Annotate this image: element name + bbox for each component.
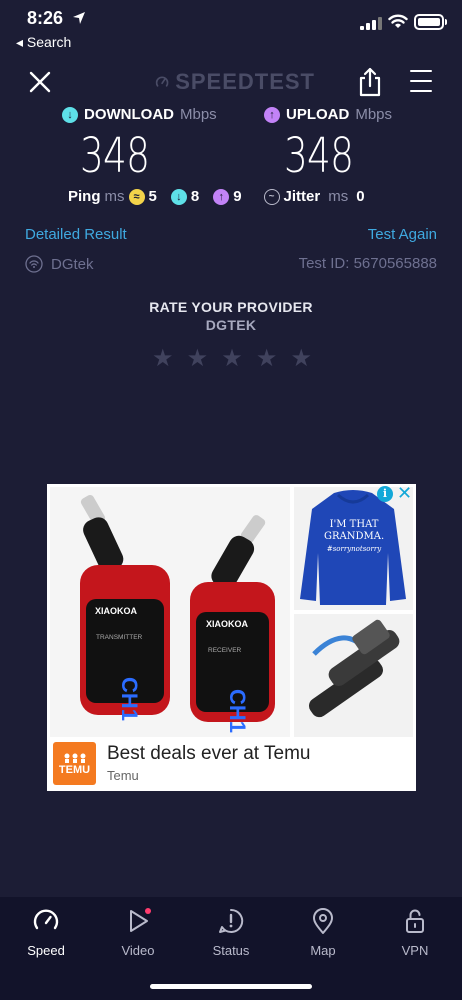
- ad-hoodie-image[interactable]: I'M THAT GRANDMA. #sorrynotsorry: [294, 487, 413, 610]
- wifi-circle-icon: [25, 255, 43, 273]
- nav-item-video[interactable]: Video: [98, 907, 178, 958]
- hoodie-print: I'M THAT GRANDMA. #sorrynotsorry: [324, 519, 384, 555]
- share-icon[interactable]: [356, 66, 384, 98]
- map-pin-icon: [313, 908, 333, 934]
- provider-info: DGtek: [25, 255, 94, 273]
- upload-arrow-icon: ↑: [264, 106, 280, 123]
- ad-main-image[interactable]: XIAOKOA TRANSMITTER CH1 XIAOKOA RECEIVER…: [50, 487, 290, 737]
- download-speed-value: 348: [80, 128, 150, 184]
- nav-label-status: Status: [212, 943, 250, 958]
- ping-upload: ↑ 9: [213, 188, 242, 205]
- test-id: Test ID: 5670565888: [298, 255, 437, 272]
- hoodie-text-2: GRANDMA.: [324, 531, 385, 542]
- upload-unit: Mbps: [355, 106, 393, 123]
- upload-title: UPLOAD: [286, 106, 350, 123]
- hoodie-text-3: #sorrynotsorry: [326, 545, 382, 553]
- download-title: DOWNLOAD: [84, 106, 174, 123]
- wireless-guitar-system-image: XIAOKOA TRANSMITTER CH1 XIAOKOA RECEIVER…: [80, 494, 275, 733]
- ping-jitter-row: Ping ms ≈ 5 ↓ 8 ↑ 9 ~ Jitter ms 0: [68, 188, 408, 205]
- provider-name: DGtek: [51, 255, 94, 273]
- lock-icon: [406, 909, 424, 933]
- status-time: 8:26: [27, 8, 64, 28]
- jitter: ~ Jitter ms 0: [263, 188, 365, 205]
- nav-label-video: Video: [121, 943, 155, 958]
- nav-item-speed[interactable]: Speed: [6, 907, 86, 958]
- ad-info-icon[interactable]: i: [377, 486, 393, 502]
- ping-download-value: 8: [190, 188, 200, 205]
- nav-item-vpn[interactable]: VPN: [375, 907, 455, 958]
- test-again-link[interactable]: Test Again: [368, 226, 437, 243]
- transmitter-label: TRANSMITTER: [96, 634, 143, 641]
- upload-speed-value: 348: [284, 128, 354, 184]
- rate-provider-name: DGTEK: [205, 317, 257, 333]
- jitter-unit: ms: [328, 188, 349, 205]
- ad-crimper-image[interactable]: [294, 614, 413, 737]
- ping-idle-value: 5: [148, 188, 157, 205]
- close-icon[interactable]: [26, 68, 54, 96]
- ping-unit: ms: [104, 188, 125, 205]
- receiver-display: CH1: [225, 689, 250, 733]
- download-arrow-icon: ↓: [62, 106, 78, 123]
- star-icon-1[interactable]: ★: [152, 344, 174, 373]
- download-latency-icon: ↓: [170, 188, 187, 205]
- product-brand-right: XIAOKOA: [206, 619, 249, 629]
- logo-text: SPEEDTEST: [175, 69, 315, 94]
- nav-label-vpn: VPN: [401, 943, 429, 958]
- battery-icon: [414, 14, 444, 30]
- ping-upload-value: 9: [233, 188, 242, 205]
- download-label: ↓ DOWNLOAD Mbps: [62, 106, 217, 123]
- temu-figures-icon: [64, 753, 85, 763]
- temu-logo: TEMU: [53, 742, 96, 785]
- download-unit: Mbps: [180, 106, 217, 123]
- jitter-icon: ~: [263, 188, 280, 205]
- alert-icon: [219, 908, 244, 933]
- speedometer-logo-icon: [155, 76, 169, 87]
- home-indicator: [150, 984, 312, 989]
- nav-label-speed: Speed: [27, 943, 65, 958]
- ad-headline[interactable]: Best deals ever at Temu: [107, 743, 310, 765]
- ping-download: ↓ 8: [170, 188, 200, 205]
- menu-icon[interactable]: [410, 70, 432, 92]
- advertisement[interactable]: XIAOKOA TRANSMITTER CH1 XIAOKOA RECEIVER…: [47, 483, 416, 791]
- crimping-tool-graphic: [309, 619, 400, 718]
- star-icon-2[interactable]: ★: [187, 344, 209, 373]
- temu-logo-text: TEMU: [58, 763, 91, 776]
- upload-label: ↑ UPLOAD Mbps: [264, 106, 392, 123]
- detailed-result-link[interactable]: Detailed Result: [25, 226, 127, 243]
- ad-brand: Temu: [107, 768, 139, 783]
- star-icon-4[interactable]: ★: [256, 344, 278, 373]
- nav-label-map: Map: [310, 943, 336, 958]
- back-to-search-link[interactable]: ◂ Search: [16, 34, 71, 51]
- transmitter-display: CH1: [117, 677, 142, 721]
- product-brand-left: XIAOKOA: [95, 606, 138, 616]
- star-icon-3[interactable]: ★: [221, 344, 243, 373]
- ping-idle: ≈ 5: [128, 188, 157, 205]
- jitter-value: 0: [356, 188, 365, 205]
- wifi-icon: [388, 14, 408, 28]
- idle-latency-icon: ≈: [128, 188, 145, 205]
- jitter-label: Jitter: [283, 188, 321, 205]
- ping-label: Ping: [68, 188, 101, 205]
- speedtest-logo: SPEEDTEST: [155, 68, 315, 96]
- nav-item-map[interactable]: Map: [283, 907, 363, 958]
- speedometer-icon: [33, 909, 59, 930]
- ad-close-icon[interactable]: ✕: [397, 483, 412, 504]
- location-arrow-icon: [73, 12, 85, 24]
- upload-latency-icon: ↑: [213, 188, 230, 205]
- hoodie-text-1: I'M THAT: [329, 519, 379, 530]
- receiver-label: RECEIVER: [208, 647, 242, 654]
- star-icon-5[interactable]: ★: [290, 344, 312, 373]
- rating-stars: ★ ★ ★ ★ ★: [152, 344, 312, 373]
- battery-tip: [445, 19, 447, 25]
- rate-provider-title: RATE YOUR PROVIDER: [149, 299, 313, 315]
- cellular-signal-icon: [360, 16, 382, 30]
- nav-item-status[interactable]: Status: [191, 907, 271, 958]
- play-icon: [130, 908, 151, 932]
